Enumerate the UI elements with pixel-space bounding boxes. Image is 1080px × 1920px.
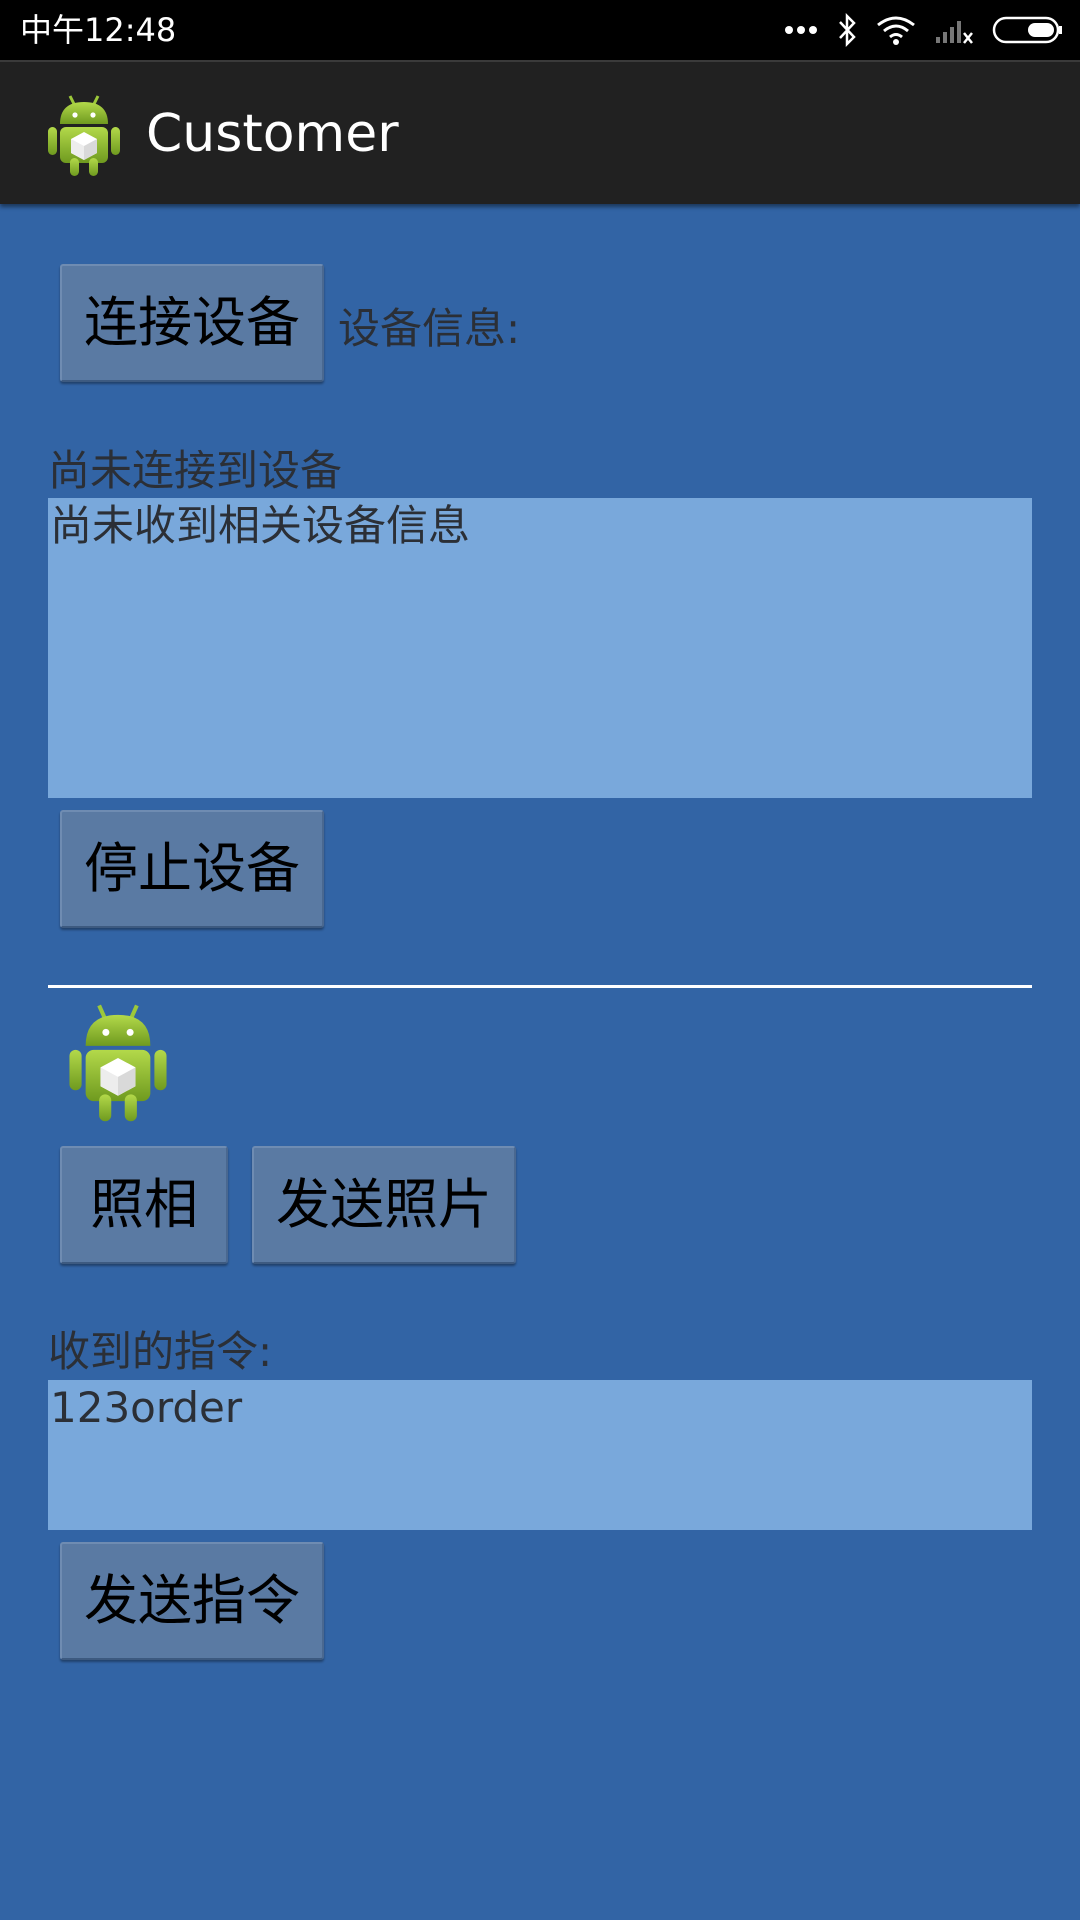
received-command-label: 收到的指令: [48, 1327, 273, 1376]
status-time: 中午12:48 [20, 11, 177, 49]
more-dots-icon [784, 25, 818, 35]
app-title: Customer [146, 104, 399, 164]
wifi-icon [876, 15, 916, 45]
take-photo-button[interactable]: 照相 [60, 1146, 228, 1264]
send-command-button[interactable]: 发送指令 [60, 1542, 324, 1660]
device-info-text: 尚未收到相关设备信息 [50, 501, 471, 550]
send-photo-button[interactable]: 发送照片 [252, 1146, 516, 1264]
connection-status-text: 尚未连接到设备 [48, 446, 343, 495]
stop-device-button[interactable]: 停止设备 [60, 810, 324, 928]
connect-device-button[interactable]: 连接设备 [60, 264, 324, 382]
device-info-textbox: 尚未收到相关设备信息 [48, 498, 1032, 798]
action-bar: Customer [0, 60, 1080, 204]
battery-icon [992, 15, 1064, 45]
section-divider [48, 985, 1032, 988]
received-command-text: 123order [50, 1383, 243, 1432]
status-icons [784, 12, 1064, 48]
device-info-label: 设备信息: [338, 304, 521, 353]
status-bar: 中午12:48 [0, 0, 1080, 60]
android-image-icon [64, 1000, 172, 1128]
signal-no-service-icon [934, 15, 974, 45]
app-screen: 中午12:48 Customer 连接设备 设备信息: 尚未连接到设备 尚未收到… [0, 0, 1080, 1920]
received-command-textbox: 123order [48, 1380, 1032, 1530]
bluetooth-icon [836, 13, 858, 47]
android-app-icon[interactable] [44, 90, 124, 182]
